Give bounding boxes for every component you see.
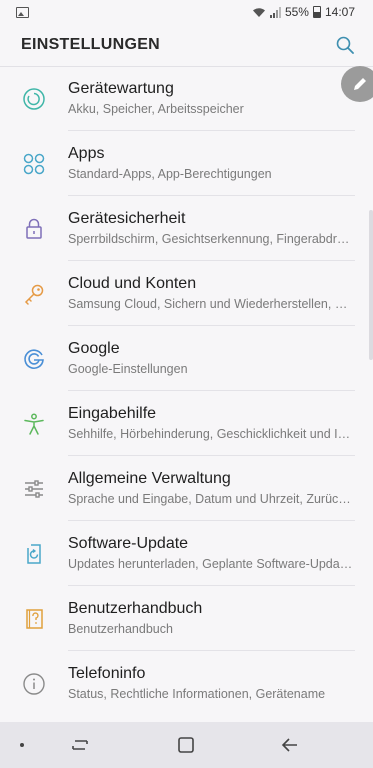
item-subtitle: Benutzerhandbuch xyxy=(68,622,173,636)
settings-item-apps[interactable]: Apps Standard-Apps, App-Berechtigungen xyxy=(0,131,373,196)
status-bar: 55% 14:07 xyxy=(0,0,373,24)
app-bar: EINSTELLUNGEN xyxy=(0,24,373,67)
settings-item-general-management[interactable]: Allgemeine Verwaltung Sprache und Eingab… xyxy=(0,456,373,521)
item-title: Gerätesicherheit xyxy=(68,210,186,227)
pencil-icon xyxy=(354,78,366,90)
recents-icon xyxy=(72,740,88,750)
item-subtitle: Sperrbildschirm, Gesichtserkennung, Fing… xyxy=(68,232,353,246)
lock-icon xyxy=(21,216,47,242)
item-subtitle: Updates herunterladen, Geplante Software… xyxy=(68,557,353,571)
home-icon xyxy=(178,737,194,753)
key-icon xyxy=(21,281,47,307)
back-button[interactable] xyxy=(278,733,302,757)
battery-percent: 55% xyxy=(284,5,309,19)
item-title: Allgemeine Verwaltung xyxy=(68,470,231,487)
item-title: Eingabehilfe xyxy=(68,405,157,422)
info-icon xyxy=(21,671,47,697)
item-subtitle: Standard-Apps, App-Berechtigungen xyxy=(68,167,272,181)
navigation-bar xyxy=(0,722,373,768)
image-notification-icon xyxy=(16,6,29,18)
device-care-icon xyxy=(21,86,47,112)
page-title: EINSTELLUNGEN xyxy=(21,36,161,53)
item-subtitle: Google-Einstellungen xyxy=(68,362,188,376)
settings-list: Gerätewartung Akku, Speicher, Arbeitsspe… xyxy=(0,66,373,716)
software-update-icon xyxy=(21,541,47,567)
settings-item-cloud-accounts[interactable]: Cloud und Konten Samsung Cloud, Sichern … xyxy=(0,261,373,326)
item-title: Gerätewartung xyxy=(68,80,174,97)
item-title: Cloud und Konten xyxy=(68,275,197,292)
search-icon xyxy=(336,36,354,54)
scroll-indicator[interactable] xyxy=(369,210,373,360)
settings-item-phone-info[interactable]: Telefoninfo Status, Rechtliche Informati… xyxy=(0,651,373,716)
wifi-icon xyxy=(252,7,265,17)
recents-button[interactable] xyxy=(68,733,92,757)
back-icon xyxy=(281,738,297,752)
item-title: Telefoninfo xyxy=(68,665,146,682)
status-right: 55% 14:07 xyxy=(252,5,373,19)
item-title: Google xyxy=(68,340,120,357)
edit-button[interactable] xyxy=(341,66,373,102)
search-button[interactable] xyxy=(333,33,357,57)
settings-item-device-care[interactable]: Gerätewartung Akku, Speicher, Arbeitsspe… xyxy=(0,66,373,131)
item-subtitle: Sehhilfe, Hörbehinderung, Geschicklichke… xyxy=(68,427,353,441)
status-left xyxy=(0,6,29,18)
item-title: Benutzerhandbuch xyxy=(68,600,203,617)
nav-dot-indicator xyxy=(20,743,24,747)
settings-item-user-manual[interactable]: Benutzerhandbuch Benutzerhandbuch xyxy=(0,586,373,651)
signal-icon xyxy=(269,6,281,18)
item-subtitle: Sprache und Eingabe, Datum und Uhrzeit, … xyxy=(68,492,353,506)
settings-item-software-update[interactable]: Software-Update Updates herunterladen, G… xyxy=(0,521,373,586)
item-title: Apps xyxy=(68,145,105,162)
home-button[interactable] xyxy=(174,733,198,757)
accessibility-icon xyxy=(21,411,47,437)
battery-icon xyxy=(312,6,321,18)
sliders-icon xyxy=(21,476,47,502)
clock: 14:07 xyxy=(324,5,355,19)
item-subtitle: Samsung Cloud, Sichern und Wiederherstel… xyxy=(68,297,353,311)
settings-item-google[interactable]: Google Google-Einstellungen xyxy=(0,326,373,391)
item-subtitle: Status, Rechtliche Informationen, Geräte… xyxy=(68,687,326,701)
manual-icon xyxy=(21,606,47,632)
settings-item-accessibility[interactable]: Eingabehilfe Sehhilfe, Hörbehinderung, G… xyxy=(0,391,373,456)
settings-item-device-security[interactable]: Gerätesicherheit Sperrbildschirm, Gesich… xyxy=(0,196,373,261)
google-icon xyxy=(21,346,47,372)
item-title: Software-Update xyxy=(68,535,189,552)
apps-icon xyxy=(21,151,47,177)
item-subtitle: Akku, Speicher, Arbeitsspeicher xyxy=(68,102,244,116)
